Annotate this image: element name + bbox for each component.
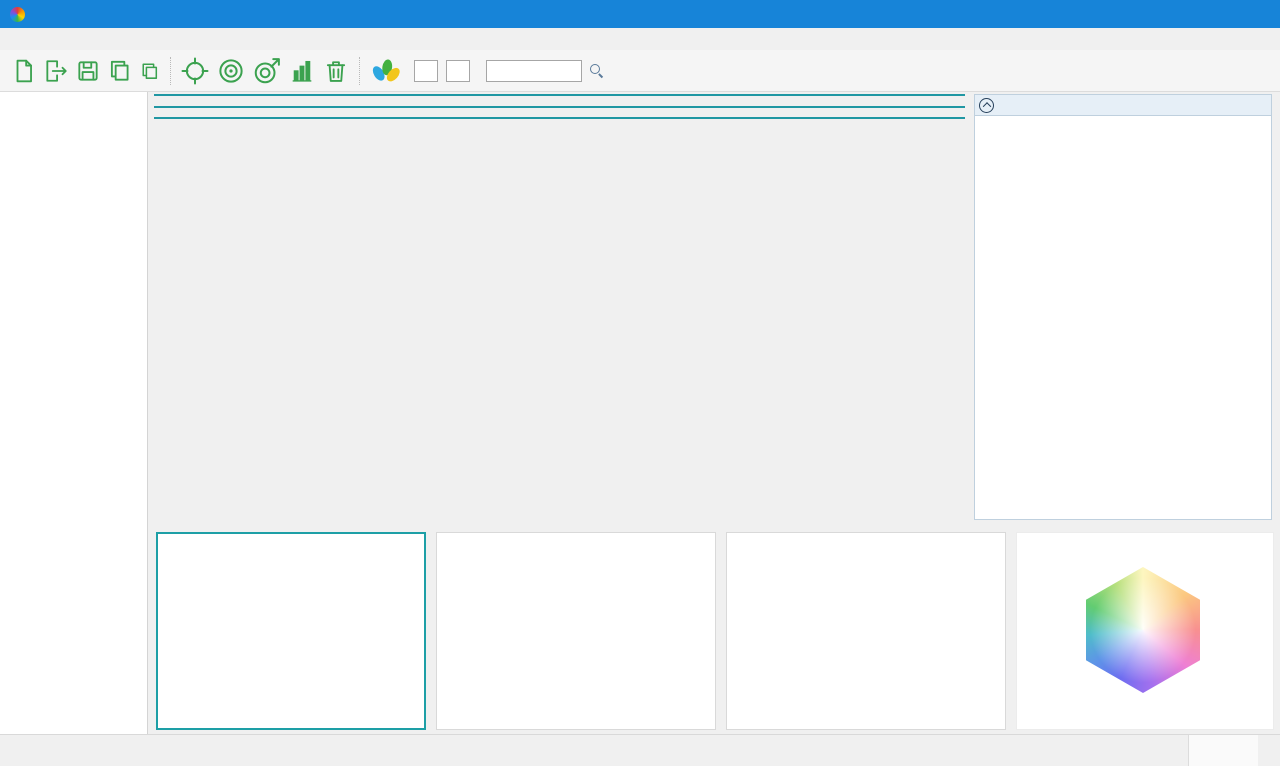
toolbar-separator [359, 57, 360, 85]
calibrate-button[interactable] [180, 56, 210, 86]
measure-sample-button[interactable] [252, 56, 282, 86]
new-document-icon [11, 58, 37, 84]
bar-chart-icon [288, 57, 316, 85]
close-button[interactable] [1235, 0, 1280, 28]
charts-row [148, 520, 1280, 734]
chart-spectral-reflectance[interactable] [726, 532, 1006, 730]
copy-to-word-button[interactable] [139, 62, 161, 80]
statusbar [0, 734, 1280, 766]
trash-icon [322, 57, 350, 85]
color-palette-icon [369, 56, 403, 86]
minimize-button[interactable] [1145, 0, 1190, 28]
export-button[interactable] [43, 58, 69, 84]
main-content [0, 92, 1280, 734]
copy-icon [107, 58, 133, 84]
window-controls [1145, 0, 1280, 28]
sci-dropdown[interactable] [414, 60, 438, 82]
panel-body [974, 116, 1272, 520]
search-icon[interactable] [589, 63, 604, 78]
maximize-button[interactable] [1190, 0, 1235, 28]
delete-button[interactable] [322, 57, 350, 85]
tolerance-table-box [154, 94, 965, 96]
chart-delta-ab-scatter[interactable] [156, 532, 426, 730]
calibrate-target-icon [180, 56, 210, 86]
measure-standard-button[interactable] [216, 56, 246, 86]
titlebar [0, 0, 1280, 28]
sample-bullseye-icon [252, 56, 282, 86]
color-tools-button[interactable] [369, 56, 403, 86]
collapse-panel-button[interactable] [979, 98, 994, 113]
tables-area [148, 92, 970, 520]
standard-bullseye-icon [216, 56, 246, 86]
sample-table-box [154, 117, 965, 119]
save-button[interactable] [75, 58, 101, 84]
word-copy-icon [139, 62, 161, 80]
toolbar [0, 50, 1280, 92]
report-chart-button[interactable] [288, 57, 316, 85]
chart-delta-e-trend[interactable] [436, 532, 716, 730]
toolbar-separator [170, 57, 171, 85]
new-document-button[interactable] [11, 58, 37, 84]
app-logo-icon [10, 7, 25, 22]
save-icon [75, 58, 101, 84]
illuminant-dropdown[interactable] [446, 60, 470, 82]
chevron-up-icon [982, 102, 990, 110]
chart-color-gamut[interactable] [1016, 532, 1274, 730]
standard-table-box [154, 106, 965, 108]
panel-header [974, 94, 1272, 116]
search-input[interactable] [486, 60, 582, 82]
copy-button[interactable] [107, 58, 133, 84]
color-difference-panel [974, 94, 1272, 520]
sample-tree [0, 92, 148, 734]
menubar [0, 28, 1280, 50]
export-icon [43, 58, 69, 84]
auto-mode-button[interactable] [1188, 735, 1258, 766]
